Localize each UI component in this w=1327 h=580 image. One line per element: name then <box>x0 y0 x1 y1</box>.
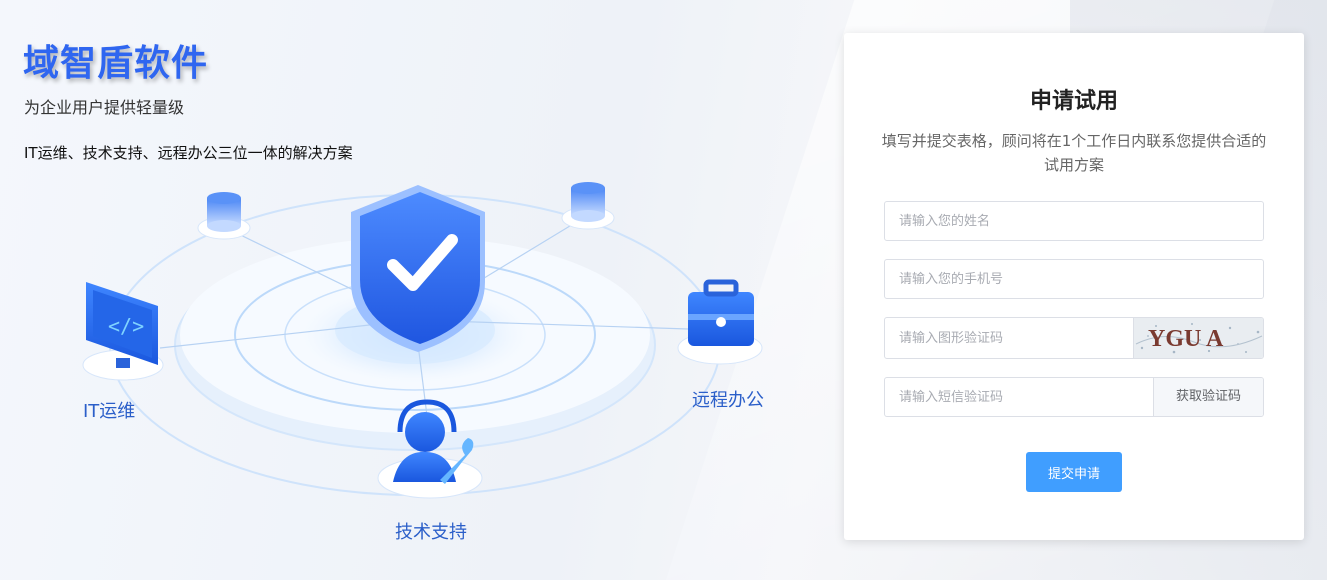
form-title: 申请试用 <box>1029 89 1118 114</box>
captcha-graphic: YGU A <box>1135 323 1263 354</box>
captcha-input[interactable] <box>885 318 1133 358</box>
svg-text:</>: </> <box>108 314 144 338</box>
get-sms-code-button[interactable]: 获取验证码 <box>1153 378 1263 416</box>
captcha-field: YGU A <box>884 317 1264 359</box>
brand-subtitle-line2: IT运维、技术支持、远程办公三位一体的解决方案 <box>24 144 353 162</box>
name-field <box>884 201 1264 241</box>
brand-subtitle-line1: 为企业用户提供轻量级 <box>24 98 185 117</box>
hero-illustration: </> IT运维 远程办公 技术支持 <box>60 170 820 580</box>
trial-form-card: 申请试用 填写并提交表格，顾问将在1个工作日内联系您提供合适的试用方案 YGU … <box>844 33 1304 540</box>
captcha-text: YGU A <box>1148 326 1224 352</box>
label-remote-office: 远程办公 <box>692 390 764 411</box>
phone-field <box>884 259 1264 299</box>
label-tech-support: 技术支持 <box>395 522 467 543</box>
name-input[interactable] <box>885 202 1263 240</box>
brand-title: 域智盾软件 <box>23 43 209 84</box>
submit-application-button[interactable]: 提交申请 <box>1026 452 1122 492</box>
phone-input[interactable] <box>885 260 1263 298</box>
label-it-ops: IT运维 <box>83 401 136 422</box>
captcha-image[interactable]: YGU A <box>1133 318 1263 358</box>
form-description: 填写并提交表格，顾问将在1个工作日内联系您提供合适的试用方案 <box>881 132 1267 174</box>
sms-code-input[interactable] <box>885 378 1153 416</box>
sms-field: 获取验证码 <box>884 377 1264 417</box>
